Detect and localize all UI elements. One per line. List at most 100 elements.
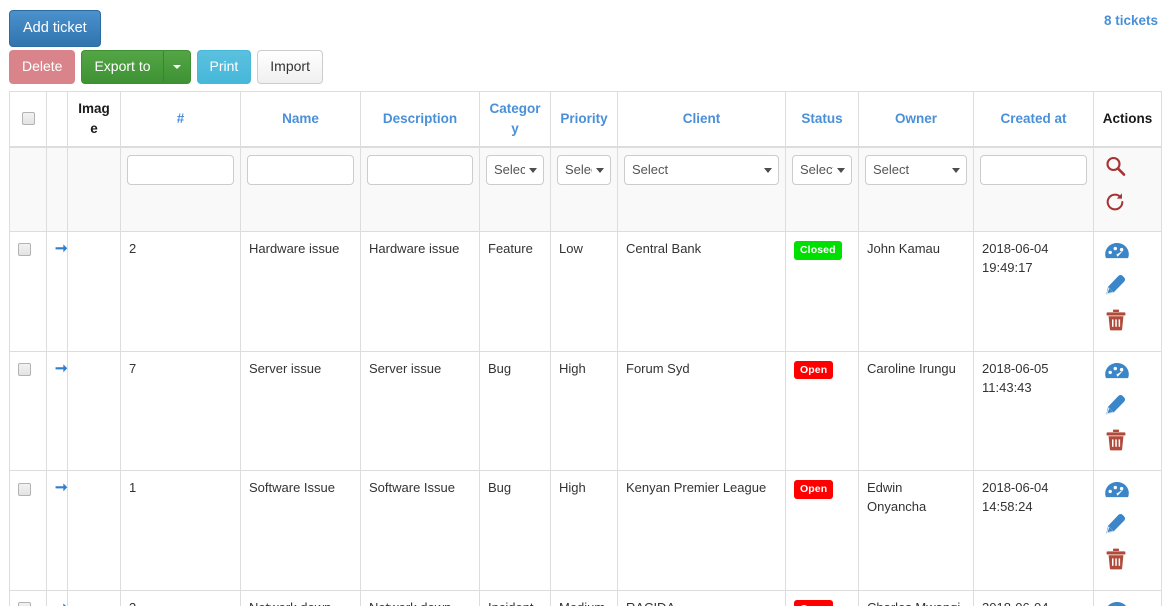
row-priority-cell: High <box>550 350 618 472</box>
created-at-time: 19:49:17 <box>982 260 1033 276</box>
status-badge: Open <box>794 360 834 380</box>
created-at-date: 2018-06-04 <box>982 480 1049 496</box>
pencil-icon[interactable] <box>1104 273 1153 303</box>
created-at-date: 2018-06-04 <box>982 241 1049 257</box>
filter-description-input[interactable] <box>367 154 473 185</box>
row-actions-cell <box>1093 470 1162 591</box>
filter-priority-select[interactable]: Select <box>557 154 611 185</box>
row-category-cell: Bug <box>479 350 551 472</box>
trash-icon[interactable] <box>1104 547 1153 577</box>
header-name-sort-link[interactable]: Name <box>282 111 319 126</box>
header-number-sort-link[interactable]: # <box>177 111 185 126</box>
filter-created-at-input[interactable] <box>980 154 1087 185</box>
filter-image-cell <box>67 146 121 233</box>
header-description-sort-link[interactable]: Description <box>383 111 457 126</box>
filter-client-selectwrap: Select <box>624 154 779 185</box>
status-badge: Closed <box>794 241 842 260</box>
arrow-right-icon[interactable]: ➞ <box>55 360 68 377</box>
arrow-right-icon[interactable]: ➞ <box>55 599 68 606</box>
row-name-cell: Network down <box>240 589 361 606</box>
dashboard-icon[interactable] <box>1104 599 1153 606</box>
header-image-label: Image <box>78 101 110 136</box>
row-description-cell: Server issue <box>360 350 480 472</box>
filter-owner-cell: Select <box>858 146 974 233</box>
table-row[interactable]: ➞ 7 Server issue Server issue Bug High Forum S… <box>9 350 1162 472</box>
dashboard-icon[interactable] <box>1104 360 1153 388</box>
row-number-cell: 7 <box>120 350 241 472</box>
filter-select-all-cell <box>9 146 47 233</box>
select-all-checkbox[interactable] <box>21 112 35 126</box>
table-row[interactable]: ➞ 1 Software Issue Software Issue Bug High Ken… <box>9 470 1162 591</box>
row-owner-cell: Charles Mwangi <box>858 589 974 606</box>
header-created-at: Created at <box>973 90 1094 148</box>
row-owner-cell: John Kamau <box>858 231 974 352</box>
header-owner-sort-link[interactable]: Owner <box>895 111 937 126</box>
pencil-icon[interactable] <box>1104 393 1153 423</box>
row-description-cell: Hardware issue <box>360 231 480 352</box>
header-status-sort-link[interactable]: Status <box>801 111 842 126</box>
row-name-cell: Server issue <box>240 350 361 472</box>
filter-number-input[interactable] <box>127 154 234 185</box>
row-actions-cell <box>1093 589 1162 606</box>
row-expand-cell: ➞ <box>46 350 68 472</box>
filter-actions-cell <box>1093 146 1162 233</box>
search-icon[interactable] <box>1104 155 1155 185</box>
export-to-button[interactable]: Export to <box>81 50 164 84</box>
trash-icon[interactable] <box>1104 308 1153 338</box>
row-checkbox[interactable] <box>18 602 31 606</box>
ticket-count-link[interactable]: 8 tickets <box>1104 13 1158 28</box>
filter-client-select[interactable]: Select <box>624 154 779 185</box>
filter-name-input[interactable] <box>247 154 354 185</box>
arrow-right-icon[interactable]: ➞ <box>55 240 68 257</box>
filter-description-cell <box>360 146 480 233</box>
row-client-cell: RACIDA <box>617 589 786 606</box>
row-checkbox[interactable] <box>18 243 31 257</box>
dashboard-icon[interactable] <box>1104 479 1153 507</box>
print-button[interactable]: Print <box>196 50 252 84</box>
secondary-toolbar: Delete Export to Print Import <box>9 50 323 84</box>
delete-button[interactable]: Delete <box>9 50 76 84</box>
row-checkbox[interactable] <box>18 362 31 376</box>
row-select-cell <box>9 470 47 591</box>
add-ticket-button[interactable]: Add ticket <box>9 10 101 47</box>
table-row[interactable]: ➞ 2 Hardware issue Hardware issue Feature Low… <box>9 231 1162 352</box>
row-expand-cell: ➞ <box>46 589 68 606</box>
filter-created-at-cell <box>973 146 1094 233</box>
row-status-cell: Closed <box>785 231 859 352</box>
reset-icon[interactable] <box>1104 191 1155 219</box>
pencil-icon[interactable] <box>1104 512 1153 542</box>
tickets-page: Add ticket 8 tickets Delete Export to Pr… <box>0 0 1170 606</box>
row-number-cell: 2 <box>120 231 241 352</box>
header-client-sort-link[interactable]: Client <box>683 111 721 126</box>
trash-icon[interactable] <box>1104 428 1153 458</box>
arrow-right-icon[interactable]: ➞ <box>55 479 68 496</box>
tickets-table: Image # Name Description Category Priori… <box>9 90 1162 606</box>
table-body: ➞ 2 Hardware issue Hardware issue Feature Low… <box>9 231 1162 606</box>
row-created-at-cell: 2018-06-05 11:43:43 <box>973 350 1094 472</box>
filter-owner-select[interactable]: Select <box>865 154 967 185</box>
header-created-at-sort-link[interactable]: Created at <box>1000 111 1066 126</box>
header-status: Status <box>785 90 859 148</box>
row-name-cell: Hardware issue <box>240 231 361 352</box>
filter-priority-cell: Select <box>550 146 618 233</box>
header-category-sort-link[interactable]: Category <box>489 101 540 136</box>
row-checkbox[interactable] <box>18 482 31 496</box>
filter-number-cell <box>120 146 241 233</box>
created-at-time: 11:43:43 <box>982 379 1032 395</box>
filter-status-select[interactable]: Select <box>792 154 852 185</box>
row-priority-cell: Medium <box>550 589 618 606</box>
row-actions-cell <box>1093 231 1162 352</box>
export-to-dropdown-toggle[interactable] <box>163 50 191 84</box>
row-description-cell: Software Issue <box>360 470 480 591</box>
import-button[interactable]: Import <box>257 50 323 84</box>
filter-name-cell <box>240 146 361 233</box>
table-row[interactable]: ➞3Network downNetwork downIncidentMedium… <box>9 589 1162 606</box>
header-priority-sort-link[interactable]: Priority <box>560 111 607 126</box>
dashboard-icon[interactable] <box>1104 240 1153 268</box>
row-category-cell: Feature <box>479 231 551 352</box>
row-select-cell <box>9 350 47 472</box>
chevron-down-icon <box>172 65 181 70</box>
row-select-cell <box>9 231 47 352</box>
created-at-time: 14:58:24 <box>982 499 1033 515</box>
filter-category-select[interactable]: Select <box>486 154 544 185</box>
